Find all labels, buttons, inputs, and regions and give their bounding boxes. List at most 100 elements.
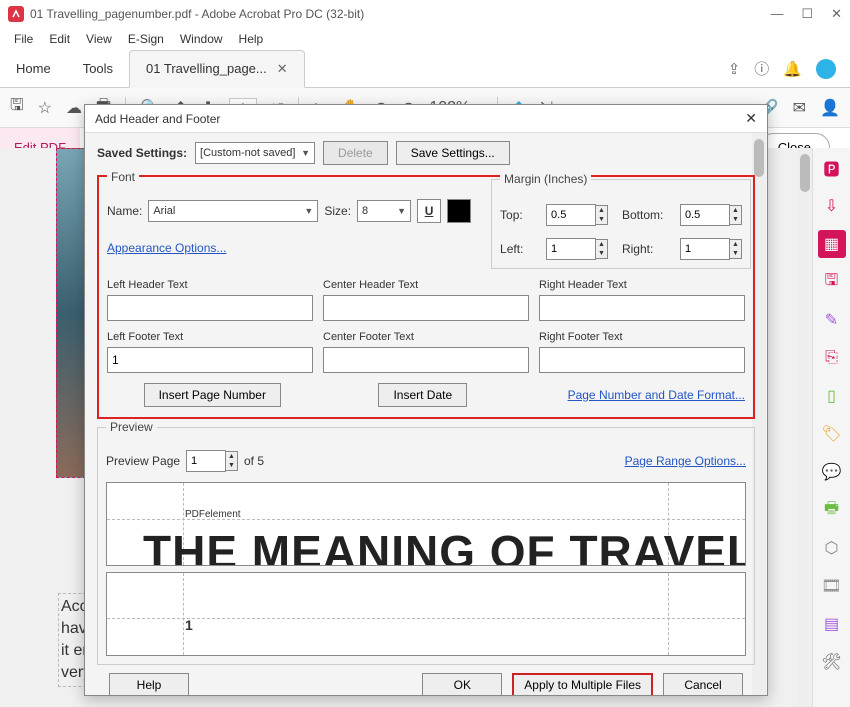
right-header-label: Right Header Text — [539, 279, 745, 291]
center-footer-input[interactable] — [323, 347, 529, 373]
tab-document-label: 01 Travelling_page... — [146, 61, 267, 76]
tab-tools[interactable]: Tools — [67, 51, 129, 86]
dialog-title: Add Header and Footer — [95, 112, 220, 126]
tab-document[interactable]: 01 Travelling_page... ✕ — [129, 50, 305, 88]
person-icon[interactable]: 👤 — [820, 98, 840, 118]
center-header-input[interactable] — [323, 295, 529, 321]
preview-footer-pane: 1 — [106, 572, 746, 656]
window-title: 01 Travelling_pagenumber.pdf - Adobe Acr… — [30, 7, 364, 21]
left-footer-input[interactable] — [107, 347, 313, 373]
dialog-titlebar: Add Header and Footer ✕ — [85, 105, 767, 133]
preview-header-text: PDFelement — [185, 509, 241, 520]
margin-top-spinner[interactable]: ▲▼ — [546, 204, 608, 226]
margin-bottom-label: Bottom: — [622, 208, 674, 222]
tool-create-pdf-icon[interactable]: 🅿 — [818, 154, 846, 182]
left-header-input[interactable] — [107, 295, 313, 321]
cloud-upload-icon[interactable]: ☁ — [66, 98, 82, 118]
tabbar: Home Tools 01 Travelling_page... ✕ ⇪ ⓘ 🔔 — [0, 50, 850, 88]
toolstrip: 🅿 ⇩ ▦ 🖫 ✎ ⎘ ▯ 🏷 💬 🖶 ⬡ 🎞 ▤ 🛠 — [812, 148, 850, 707]
mail-icon[interactable]: ✉ — [793, 98, 806, 118]
cancel-button[interactable]: Cancel — [663, 673, 743, 695]
left-header-label: Left Header Text — [107, 279, 313, 291]
font-name-select[interactable]: Arial▼ — [148, 200, 318, 222]
preview-page-label: Preview Page — [106, 454, 180, 468]
close-dialog-icon[interactable]: ✕ — [745, 110, 757, 127]
menu-view[interactable]: View — [78, 30, 120, 48]
center-footer-label: Center Footer Text — [323, 331, 529, 343]
margin-right-label: Right: — [622, 242, 674, 256]
font-size-label: Size: — [324, 204, 351, 218]
menu-file[interactable]: File — [6, 30, 41, 48]
tool-media-icon[interactable]: 🎞 — [818, 572, 846, 600]
tool-compress-icon[interactable]: ▯ — [818, 382, 846, 410]
tool-comment-icon[interactable]: 💬 — [818, 458, 846, 486]
preview-page-spinner[interactable]: ▲▼ — [186, 450, 238, 472]
tool-protect-icon[interactable]: ⬡ — [818, 534, 846, 562]
ok-button[interactable]: OK — [422, 673, 502, 695]
close-window-icon[interactable]: ✕ — [831, 6, 842, 22]
margin-left-label: Left: — [500, 242, 540, 256]
avatar[interactable] — [816, 59, 836, 79]
menubar: File Edit View E-Sign Window Help — [0, 28, 850, 50]
font-section-label: Font — [107, 170, 139, 184]
document-image — [56, 148, 86, 478]
page-range-options-link[interactable]: Page Range Options... — [625, 454, 746, 468]
bell-icon[interactable]: 🔔 — [783, 60, 802, 78]
save-icon[interactable]: 🖫 — [10, 94, 24, 121]
menu-window[interactable]: Window — [172, 30, 231, 48]
tab-home[interactable]: Home — [0, 51, 67, 86]
share-icon[interactable]: ⇪ — [728, 60, 741, 78]
tool-stamp-icon[interactable]: 🏷 — [818, 420, 846, 448]
tool-save-icon[interactable]: 🖫 — [818, 268, 846, 296]
minimize-icon[interactable]: — — [770, 6, 783, 22]
preview-of-label: of 5 — [244, 454, 264, 468]
font-color-button[interactable] — [447, 199, 471, 223]
margin-left-spinner[interactable]: ▲▼ — [546, 238, 608, 260]
menu-edit[interactable]: Edit — [41, 30, 78, 48]
appearance-options-link[interactable]: Appearance Options... — [107, 241, 226, 255]
menu-esign[interactable]: E-Sign — [120, 30, 172, 48]
delete-button[interactable]: Delete — [323, 141, 388, 165]
margin-top-label: Top: — [500, 208, 540, 222]
star-icon[interactable]: ☆ — [38, 98, 52, 118]
scrollbar-thumb[interactable] — [754, 139, 764, 177]
preview-section-label: Preview — [106, 420, 157, 434]
insert-date-button[interactable]: Insert Date — [378, 383, 467, 407]
apply-multiple-button[interactable]: Apply to Multiple Files — [512, 673, 653, 695]
right-header-input[interactable] — [539, 295, 745, 321]
right-footer-input[interactable] — [539, 347, 745, 373]
acrobat-icon — [8, 6, 24, 22]
date-format-link[interactable]: Page Number and Date Format... — [568, 388, 745, 402]
window-titlebar: 01 Travelling_pagenumber.pdf - Adobe Acr… — [0, 0, 850, 28]
underline-button[interactable]: U — [417, 199, 441, 223]
help-button[interactable]: Help — [109, 673, 189, 695]
margin-bottom-spinner[interactable]: ▲▼ — [680, 204, 742, 226]
menu-help[interactable]: Help — [231, 30, 272, 48]
saved-settings-select[interactable]: [Custom-not saved]▼ — [195, 142, 315, 164]
tool-edit-pdf-icon[interactable]: ▦ — [818, 230, 846, 258]
tool-sign-icon[interactable]: ✎ — [818, 306, 846, 334]
tool-print-icon[interactable]: 🖶 — [818, 496, 846, 524]
preview-big-title: THE MEANING OF TRAVELING — [143, 525, 746, 566]
preview-header-pane: PDFelement THE MEANING OF TRAVELING — [106, 482, 746, 566]
preview-footer-number: 1 — [185, 617, 193, 633]
tool-more-icon[interactable]: 🛠 — [818, 648, 846, 676]
center-header-label: Center Header Text — [323, 279, 529, 291]
font-name-label: Name: — [107, 204, 142, 218]
margin-section-label: Margin (Inches) — [500, 172, 591, 186]
help-icon[interactable]: ⓘ — [754, 58, 769, 79]
doc-scrollbar[interactable] — [798, 148, 812, 707]
scrollbar-thumb[interactable] — [800, 154, 810, 192]
margin-right-spinner[interactable]: ▲▼ — [680, 238, 742, 260]
close-tab-icon[interactable]: ✕ — [277, 61, 288, 77]
insert-page-number-button[interactable]: Insert Page Number — [144, 383, 281, 407]
left-footer-label: Left Footer Text — [107, 331, 313, 343]
tool-export-icon[interactable]: ⇩ — [818, 192, 846, 220]
tool-redact-icon[interactable]: ▤ — [818, 610, 846, 638]
maximize-icon[interactable]: ☐ — [801, 6, 813, 22]
right-footer-label: Right Footer Text — [539, 331, 745, 343]
font-size-select[interactable]: 8▼ — [357, 200, 411, 222]
tool-organize-icon[interactable]: ⎘ — [818, 344, 846, 372]
save-settings-button[interactable]: Save Settings... — [396, 141, 510, 165]
header-footer-dialog: Add Header and Footer ✕ Saved Settings: … — [84, 104, 768, 696]
